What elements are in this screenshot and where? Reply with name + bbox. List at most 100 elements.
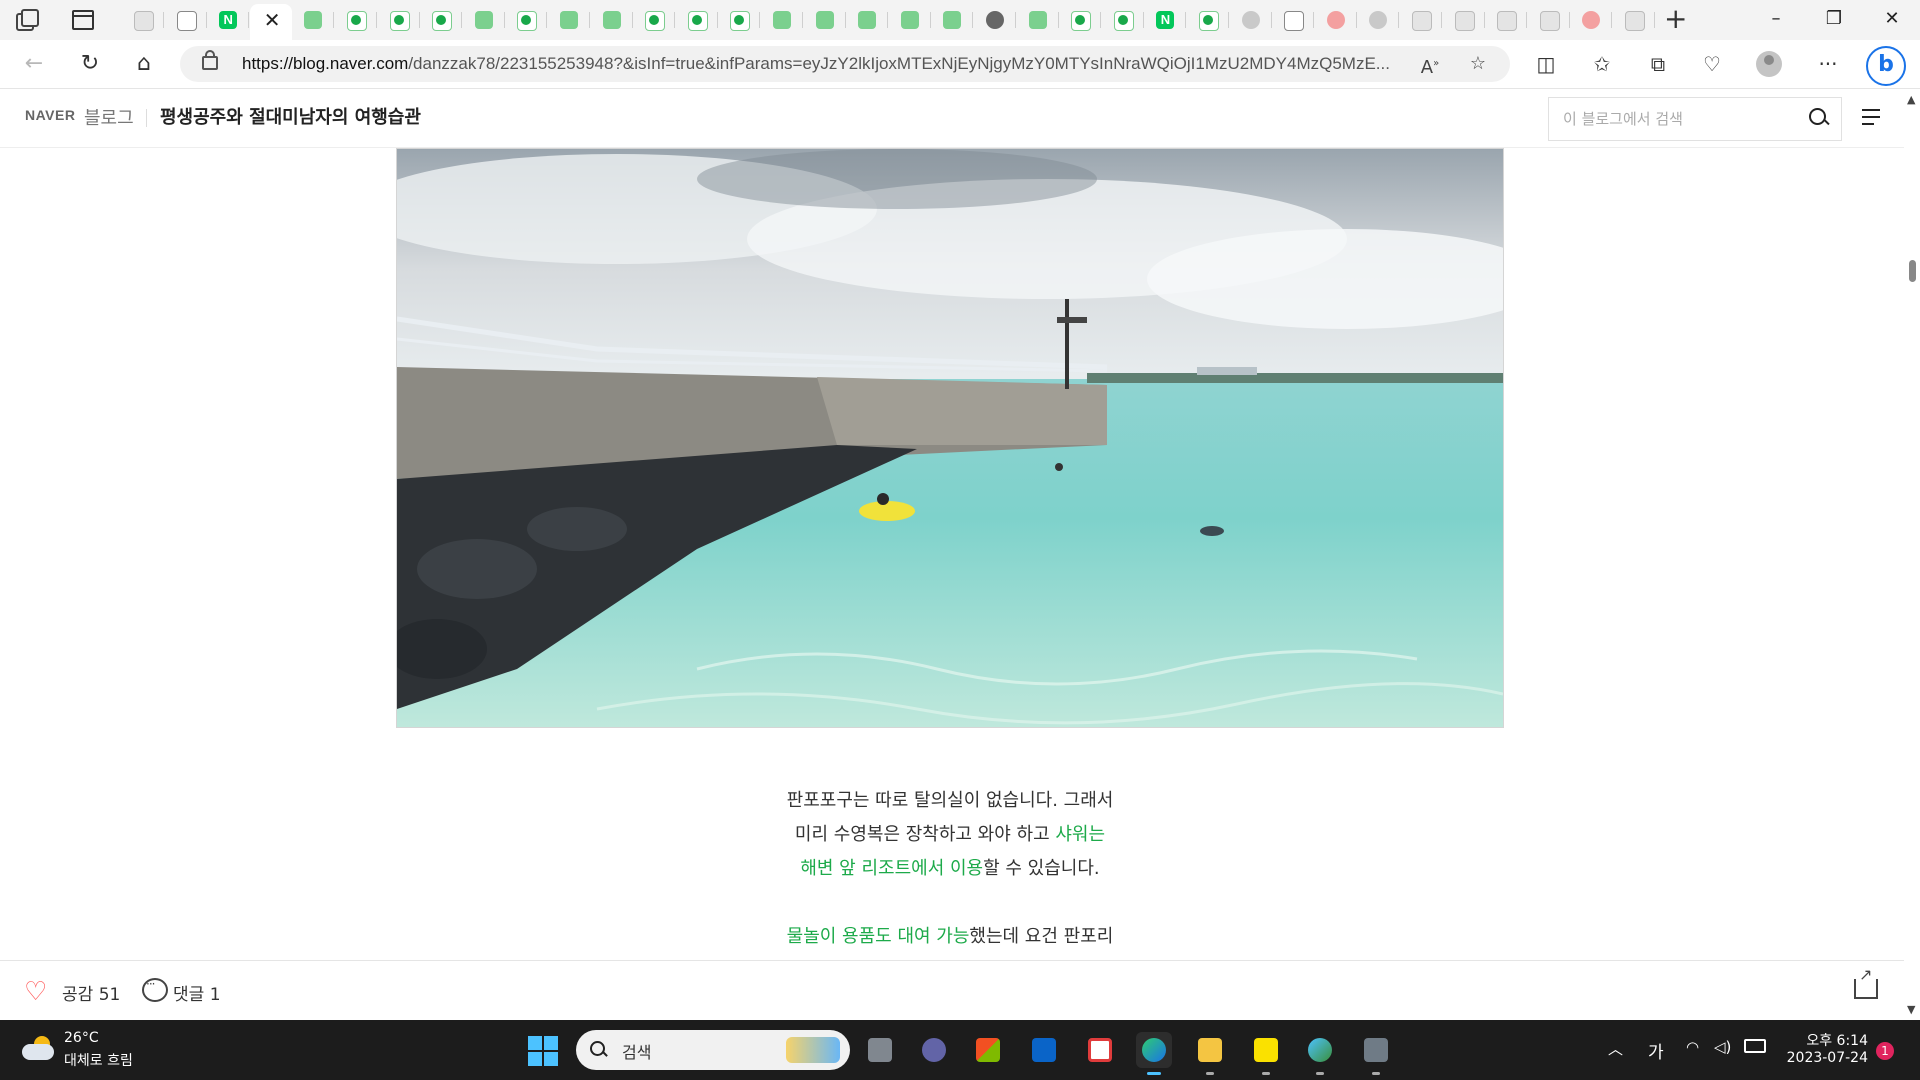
sync-app-icon[interactable] (1082, 1032, 1118, 1068)
profile-avatar[interactable] (1756, 51, 1782, 77)
browser-tab[interactable] (122, 4, 164, 36)
minimize-button[interactable]: – (1756, 4, 1796, 34)
new-tab-button[interactable]: + (1664, 4, 1687, 34)
search-icon[interactable] (1809, 108, 1829, 128)
store-icon[interactable] (970, 1032, 1006, 1068)
edge-icon[interactable] (1136, 1032, 1172, 1075)
clock-date[interactable]: 2023-07-24 (1782, 1050, 1868, 1066)
vertical-tabs-icon[interactable] (72, 10, 94, 30)
heart-icon[interactable]: ♡ (24, 979, 47, 1005)
address-bar[interactable]: https://blog.naver.com/danzzak78/2231552… (180, 46, 1510, 82)
more-menu-icon[interactable]: ··· (1812, 48, 1844, 80)
file-explorer-icon[interactable] (1192, 1032, 1228, 1075)
browser-tab[interactable] (1443, 4, 1485, 36)
browser-globe-icon[interactable] (1302, 1032, 1338, 1075)
browser-tab[interactable] (463, 4, 505, 36)
browser-tab[interactable]: N (1144, 4, 1187, 36)
comment-button[interactable]: 댓글 1 (173, 980, 221, 1005)
blog-home-link[interactable]: 블로그 (84, 104, 134, 130)
volume-icon[interactable]: ◁) (1714, 1038, 1731, 1056)
favorites-icon[interactable]: ✩ (1586, 48, 1618, 80)
url-text[interactable]: https://blog.naver.com/danzzak78/2231552… (242, 46, 1412, 82)
restore-button[interactable]: ❐ (1814, 4, 1854, 34)
camera-icon[interactable] (1358, 1032, 1394, 1075)
browser-tab[interactable] (420, 4, 463, 36)
browser-tab[interactable] (718, 4, 761, 36)
browser-tab[interactable] (165, 4, 207, 36)
browser-tab[interactable] (931, 4, 974, 36)
bing-copilot-icon[interactable]: b (1866, 46, 1906, 86)
scroll-up-arrow[interactable]: ▲ (1907, 93, 1915, 106)
browser-tab[interactable] (761, 4, 803, 36)
back-button[interactable]: ← (18, 48, 50, 80)
battery-icon[interactable] (1744, 1039, 1766, 1053)
tray-overflow-icon[interactable]: ︿ (1608, 1038, 1623, 1059)
browser-tab[interactable] (889, 4, 931, 36)
home-button[interactable]: ⌂ (128, 48, 160, 80)
page-scrollbar[interactable]: ▲ ▼ (1904, 89, 1920, 1020)
browser-tab[interactable] (1570, 4, 1613, 36)
read-aloud-icon[interactable]: A» (1416, 50, 1444, 78)
weather-temp[interactable]: 26°C (64, 1030, 99, 1046)
teams-chat-icon[interactable] (916, 1032, 952, 1068)
comment-icon[interactable] (142, 977, 168, 1002)
browser-tab[interactable] (804, 4, 846, 36)
taskbar-search[interactable]: 검색 (576, 1030, 850, 1070)
blog-title[interactable]: 평생공주와 절대미남자의 여행습관 (160, 103, 421, 129)
refresh-button[interactable]: ↻ (74, 48, 106, 80)
browser-tab[interactable] (335, 4, 377, 36)
scroll-down-arrow[interactable]: ▼ (1907, 1003, 1915, 1016)
lock-icon[interactable] (202, 50, 218, 70)
ime-indicator[interactable]: 가 (1648, 1038, 1664, 1063)
notification-badge[interactable]: 1 (1876, 1042, 1894, 1060)
tab-active[interactable]: ✕ (249, 4, 292, 40)
favorite-star-icon[interactable]: ☆ (1464, 50, 1492, 78)
mail-icon[interactable] (1026, 1032, 1062, 1068)
browser-tab[interactable] (974, 4, 1016, 36)
browser-tab[interactable] (633, 4, 676, 36)
browser-tab[interactable] (1528, 4, 1570, 36)
kakaotalk-icon[interactable] (1248, 1032, 1284, 1075)
post-paragraph-2: 물놀이 용품도 대여 가능했는데 요건 판포리 (700, 920, 1200, 954)
browser-tab[interactable] (1315, 4, 1357, 36)
browser-tab[interactable] (1017, 4, 1059, 36)
menu-icon[interactable] (1862, 109, 1880, 125)
blog-search-input[interactable] (1561, 98, 1795, 140)
browser-tab[interactable] (1272, 4, 1315, 36)
wifi-icon[interactable]: ◠ (1686, 1038, 1699, 1056)
weather-desc[interactable]: 대체로 흐림 (64, 1050, 133, 1070)
browser-tab[interactable] (292, 4, 335, 36)
split-screen-icon[interactable]: ◫ (1530, 48, 1562, 80)
close-icon[interactable]: ✕ (264, 8, 281, 32)
browser-tab[interactable] (1059, 4, 1102, 36)
clock-time[interactable]: 오후 6:14 (1800, 1030, 1868, 1050)
weather-cloud-icon[interactable] (22, 1036, 56, 1062)
browser-tab[interactable] (676, 4, 718, 36)
share-icon[interactable] (1854, 965, 1878, 999)
browser-tab[interactable] (846, 4, 889, 36)
browser-tab[interactable] (1613, 4, 1655, 36)
browser-tab[interactable] (1230, 4, 1272, 36)
browser-tab[interactable] (505, 4, 548, 36)
browser-tab[interactable] (1485, 4, 1528, 36)
browser-tab[interactable] (1187, 4, 1229, 36)
gradient-icon (1625, 11, 1645, 31)
browser-tab[interactable]: N (207, 4, 250, 36)
start-icon[interactable] (528, 1036, 558, 1066)
browser-tab[interactable] (1400, 4, 1442, 36)
workspaces-icon[interactable] (14, 8, 39, 32)
scroll-thumb[interactable] (1909, 260, 1916, 282)
close-window-button[interactable]: ✕ (1872, 4, 1912, 34)
browser-tab[interactable] (1357, 4, 1400, 36)
browser-tab[interactable] (591, 4, 633, 36)
task-view-icon[interactable] (862, 1032, 898, 1068)
browser-essentials-icon[interactable]: ♡ (1696, 48, 1728, 80)
document-icon (1284, 11, 1305, 31)
browser-tab[interactable] (378, 4, 420, 36)
post-photo[interactable] (396, 148, 1504, 728)
naver-logo[interactable]: NAVER (25, 107, 75, 123)
collections-icon[interactable]: ⧉ (1642, 48, 1674, 80)
browser-tab[interactable] (1102, 4, 1144, 36)
browser-tab[interactable] (548, 4, 590, 36)
like-button[interactable]: 공감 51 (62, 980, 120, 1005)
